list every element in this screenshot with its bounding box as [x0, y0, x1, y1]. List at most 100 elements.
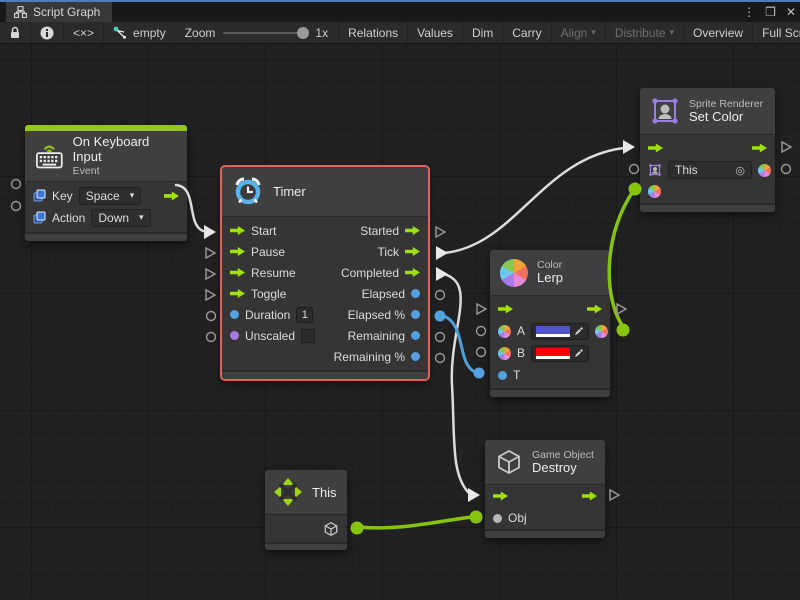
- color-b-field[interactable]: [531, 345, 589, 362]
- node-timer[interactable]: Timer Start Started Pause Tick Resume Co…: [222, 167, 428, 379]
- node-destroy[interactable]: Game Object Destroy Obj: [485, 440, 605, 538]
- color-port-icon[interactable]: [498, 325, 511, 338]
- graph-pointer-label[interactable]: empty: [104, 22, 175, 43]
- sprite-renderer-port-icon[interactable]: [648, 163, 662, 177]
- toggle-in-port[interactable]: [230, 289, 245, 298]
- node-footer: [25, 232, 187, 241]
- port-label: Completed: [341, 266, 399, 280]
- port-label: Tick: [377, 245, 399, 259]
- object-picker-icon[interactable]: ◎: [735, 164, 745, 177]
- eyedropper-icon[interactable]: [574, 326, 584, 336]
- action-port-label: Action: [52, 211, 85, 225]
- connection-icon: [113, 26, 127, 39]
- color-port-icon[interactable]: [498, 347, 511, 360]
- flow-in-port[interactable]: [648, 144, 663, 153]
- elapsed-percent-out-port[interactable]: [411, 310, 420, 319]
- color-in-port[interactable]: [648, 185, 661, 198]
- overview-button[interactable]: Overview: [684, 22, 753, 43]
- lock-icon: [9, 26, 21, 39]
- duration-input[interactable]: [296, 307, 313, 323]
- tab-title: Script Graph: [33, 5, 100, 19]
- lock-button[interactable]: [0, 22, 31, 43]
- port-label: Pause: [251, 245, 285, 259]
- close-icon[interactable]: ✕: [786, 5, 796, 19]
- dim-button[interactable]: Dim: [463, 22, 503, 43]
- resume-in-port[interactable]: [230, 268, 245, 277]
- port-label: Started: [360, 224, 399, 238]
- node-subtitle: Event: [73, 165, 177, 177]
- eyedropper-icon[interactable]: [574, 348, 584, 358]
- align-button[interactable]: Align▾: [552, 22, 606, 43]
- completed-out-port[interactable]: [405, 268, 420, 277]
- target-object-field[interactable]: This ◎: [668, 161, 752, 179]
- tick-out-port[interactable]: [405, 247, 420, 256]
- color-out-port[interactable]: [758, 164, 771, 177]
- unscaled-checkbox[interactable]: [301, 329, 315, 343]
- trigger-out-port[interactable]: [164, 191, 179, 200]
- window-menu-icon[interactable]: ⋮: [743, 5, 755, 19]
- obj-in-port[interactable]: [493, 514, 502, 523]
- node-title: Set Color: [689, 110, 763, 125]
- t-in-port[interactable]: [498, 371, 507, 380]
- chevron-down-icon: ▾: [130, 190, 135, 201]
- zoom-label: Zoom: [185, 26, 216, 40]
- tab-bar: Script Graph ⋮ ❐ ✕: [0, 0, 800, 22]
- focus-indicator: [0, 0, 800, 2]
- port-label: Toggle: [251, 287, 286, 301]
- code-preview-button[interactable]: <×>: [64, 22, 104, 43]
- flow-in-port[interactable]: [498, 305, 513, 314]
- carry-button[interactable]: Carry: [503, 22, 551, 43]
- result-out-port[interactable]: [595, 325, 608, 338]
- flow-in-port[interactable]: [493, 492, 508, 501]
- node-color-lerp[interactable]: Color Lerp A: [490, 250, 610, 397]
- fullscreen-button[interactable]: Full Screen: [753, 22, 800, 43]
- duration-in-port[interactable]: [230, 310, 239, 319]
- zoom-slider-knob[interactable]: [297, 27, 309, 39]
- inspect-button[interactable]: [31, 22, 64, 43]
- color-a-field[interactable]: [531, 323, 589, 340]
- empty-label: empty: [133, 26, 166, 40]
- info-icon: [40, 26, 54, 40]
- node-footer: [640, 203, 775, 212]
- started-out-port[interactable]: [405, 226, 420, 235]
- flow-out-port[interactable]: [587, 305, 602, 314]
- t-port-label: T: [513, 368, 520, 382]
- node-title: Timer: [273, 184, 306, 199]
- node-on-keyboard-input[interactable]: On Keyboard Input Event Key Space ▾: [25, 125, 187, 241]
- port-label: Elapsed: [362, 287, 405, 301]
- node-footer: [485, 529, 605, 538]
- node-category: Game Object: [532, 449, 594, 461]
- node-this[interactable]: This: [265, 470, 347, 550]
- pause-in-port[interactable]: [230, 247, 245, 256]
- flow-out-port[interactable]: [752, 144, 767, 153]
- node-title: Destroy: [532, 461, 594, 476]
- unscaled-in-port[interactable]: [230, 331, 239, 340]
- relations-button[interactable]: Relations: [338, 22, 408, 43]
- tab-script-graph[interactable]: Script Graph: [6, 2, 112, 22]
- distribute-button[interactable]: Distribute▾: [606, 22, 684, 43]
- obj-port-label: Obj: [508, 511, 527, 525]
- action-dropdown[interactable]: Down ▾: [91, 209, 150, 227]
- zoom-slider[interactable]: [223, 32, 307, 34]
- key-dropdown[interactable]: Space ▾: [79, 187, 142, 205]
- remaining-percent-out-port[interactable]: [411, 352, 420, 361]
- key-port-label: Key: [52, 189, 73, 203]
- node-set-color[interactable]: Sprite Renderer Set Color This: [640, 88, 775, 212]
- script-graph-window: Script Graph ⋮ ❐ ✕ <×>: [0, 0, 800, 600]
- flow-out-port[interactable]: [582, 492, 597, 501]
- chevron-down-icon: ▾: [139, 212, 144, 223]
- color-wheel-icon: [500, 259, 528, 287]
- node-footer: [265, 542, 347, 550]
- start-in-port[interactable]: [230, 226, 245, 235]
- game-object-cube-icon: [495, 448, 523, 476]
- game-object-out-port[interactable]: [323, 521, 339, 537]
- key-input-icon: [33, 189, 46, 202]
- remaining-out-port[interactable]: [411, 331, 420, 340]
- port-label: Resume: [251, 266, 296, 280]
- port-label: Duration: [245, 308, 290, 322]
- values-button[interactable]: Values: [408, 22, 463, 43]
- elapsed-out-port[interactable]: [411, 289, 420, 298]
- port-label: Remaining %: [334, 350, 405, 364]
- sprite-renderer-icon: [650, 96, 680, 126]
- maximize-icon[interactable]: ❐: [765, 5, 776, 19]
